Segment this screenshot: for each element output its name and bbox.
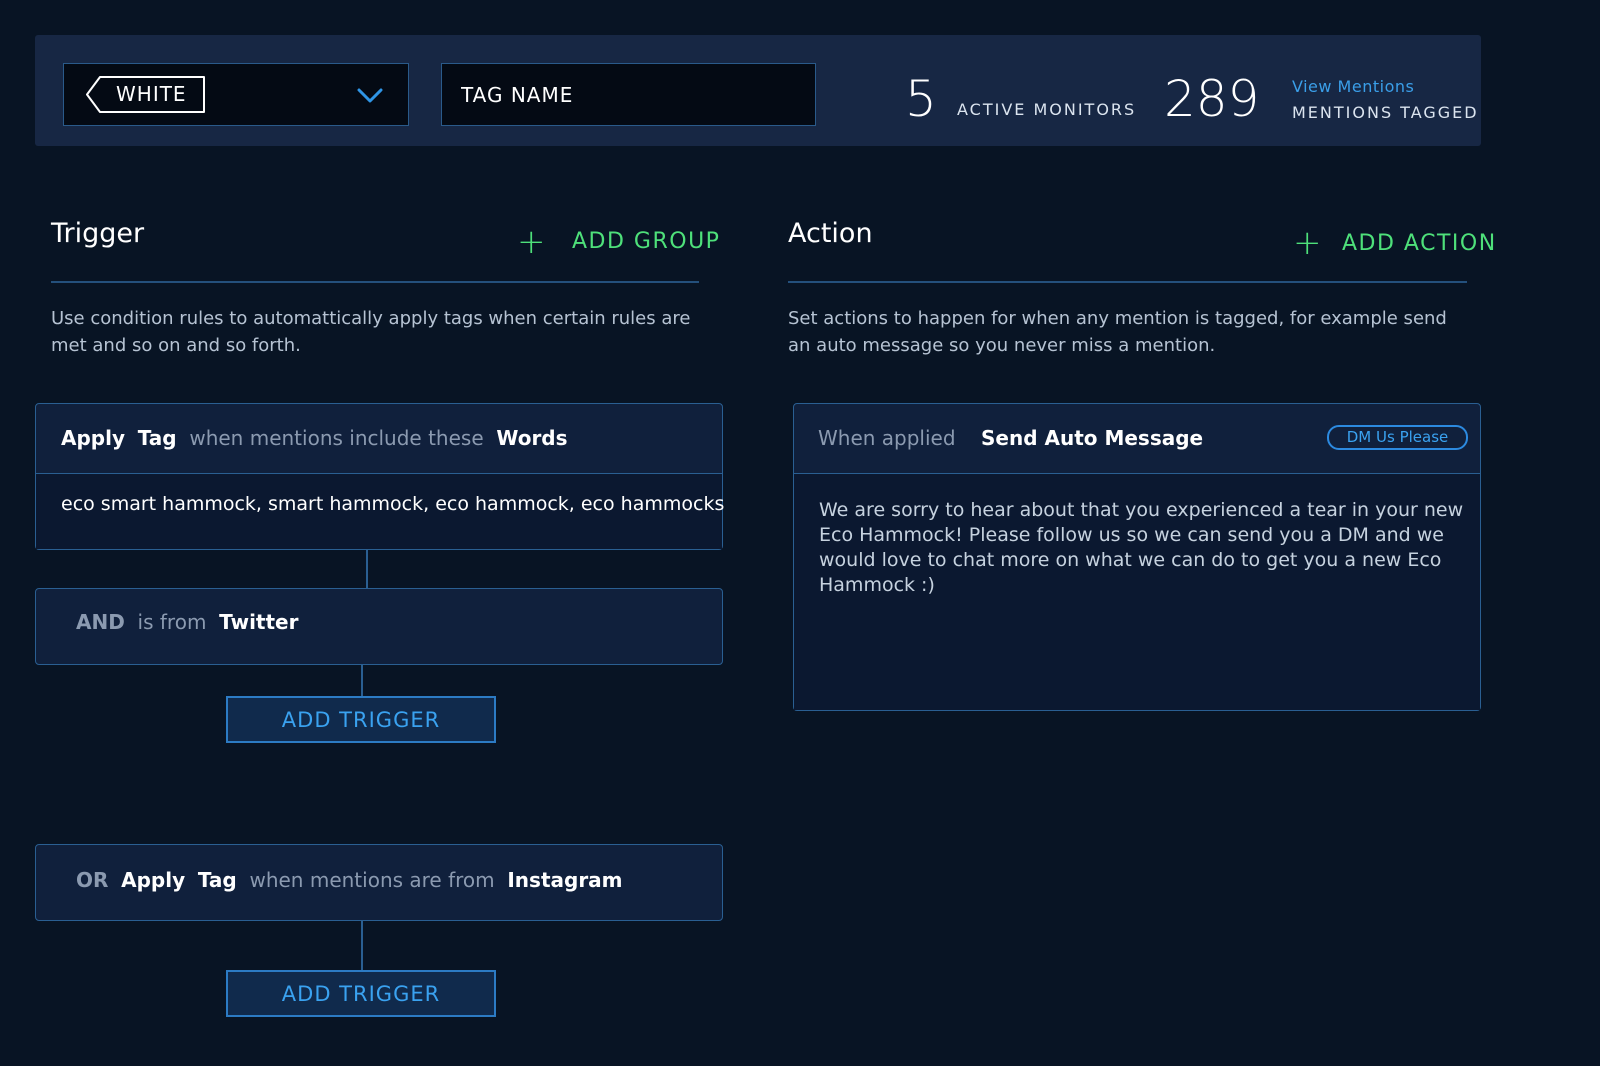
connector-line bbox=[361, 921, 363, 971]
action-divider bbox=[788, 281, 1467, 283]
condition-text: when mentions include these bbox=[189, 426, 484, 450]
view-mentions-link[interactable]: View Mentions bbox=[1292, 77, 1414, 96]
chevron-down-icon[interactable] bbox=[356, 84, 384, 106]
add-trigger-button[interactable]: ADD TRIGGER bbox=[226, 970, 496, 1017]
connector-line bbox=[361, 665, 363, 697]
when-applied-label: When applied bbox=[818, 426, 956, 450]
tag-color-chip[interactable]: WHITE bbox=[86, 76, 206, 113]
tag-text: Tag bbox=[137, 426, 177, 450]
action-name: Send Auto Message bbox=[981, 426, 1204, 450]
condition-text: when mentions are from bbox=[249, 868, 495, 892]
add-action-button[interactable]: ADD ACTION bbox=[1342, 231, 1497, 256]
tag-name-input[interactable] bbox=[441, 63, 816, 126]
action-description: Set actions to happen for when any menti… bbox=[788, 308, 1447, 356]
trigger-rule-condition: Apply Tag when mentions include these Wo… bbox=[61, 426, 568, 450]
dm-us-please-badge[interactable]: DM Us Please bbox=[1327, 425, 1468, 450]
add-group-plus-icon[interactable]: + bbox=[517, 225, 546, 259]
trigger-title: Trigger bbox=[51, 218, 145, 249]
add-action-plus-icon[interactable]: + bbox=[1293, 226, 1322, 260]
and-label: AND bbox=[76, 610, 125, 634]
or-condition-text: OR Apply Tag when mentions are from Inst… bbox=[76, 868, 623, 892]
mentions-tagged-label: MENTIONS TAGGED bbox=[1292, 103, 1479, 122]
action-card-title: When applied Send Auto Message bbox=[818, 426, 1203, 450]
active-monitors-label: ACTIVE MONITORS bbox=[957, 100, 1137, 119]
source-text: Instagram bbox=[507, 868, 623, 892]
field-text: Words bbox=[496, 426, 568, 450]
and-condition: is from bbox=[137, 610, 207, 634]
or-label: OR bbox=[76, 868, 109, 892]
active-monitors-count: 5 bbox=[905, 70, 937, 128]
mentions-tagged-count: 289 bbox=[1164, 70, 1260, 128]
action-title: Action bbox=[788, 218, 873, 249]
and-condition-text: AND is from Twitter bbox=[76, 610, 298, 634]
auto-message-text[interactable]: We are sorry to hear about that you expe… bbox=[819, 498, 1465, 598]
and-source: Twitter bbox=[219, 610, 299, 634]
apply-text: Apply bbox=[61, 426, 126, 450]
trigger-description: Use condition rules to automattically ap… bbox=[51, 308, 691, 356]
trigger-divider bbox=[51, 281, 699, 283]
add-trigger-button[interactable]: ADD TRIGGER bbox=[226, 696, 496, 743]
connector-line bbox=[366, 550, 368, 588]
add-group-button[interactable]: ADD GROUP bbox=[572, 229, 720, 254]
tag-color-label: WHITE bbox=[116, 82, 187, 106]
trigger-words-list[interactable]: eco smart hammock, smart hammock, eco ha… bbox=[61, 493, 724, 515]
tag-text: Tag bbox=[197, 868, 237, 892]
apply-text: Apply bbox=[121, 868, 186, 892]
